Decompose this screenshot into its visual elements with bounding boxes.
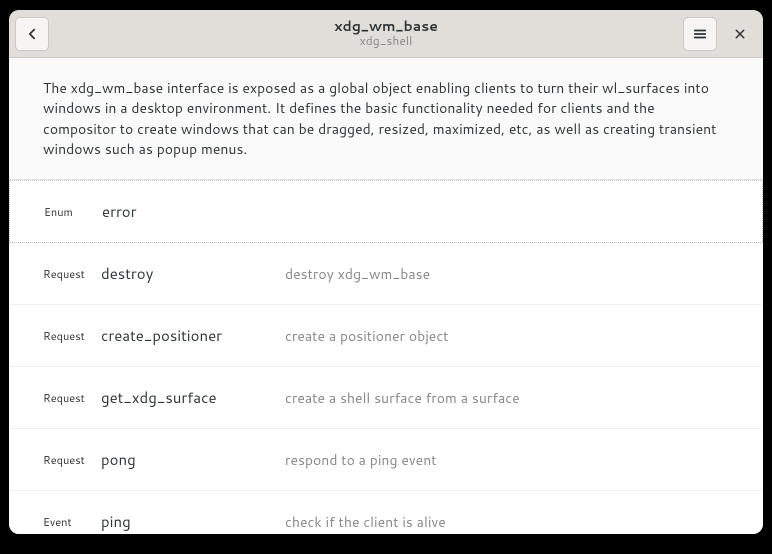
window-subtitle: xdg_shell xyxy=(334,34,438,48)
menu-button[interactable] xyxy=(683,17,717,51)
item-summary: create a positioner object xyxy=(285,326,729,346)
item-name: ping xyxy=(101,511,271,532)
list-item[interactable]: Request destroy destroy xdg_wm_base xyxy=(9,243,763,305)
item-kind: Enum xyxy=(44,204,88,220)
list-item[interactable]: Enum error xyxy=(9,180,763,243)
item-kind: Event xyxy=(43,514,87,530)
list-item[interactable]: Request pong respond to a ping event xyxy=(9,429,763,491)
item-kind: Request xyxy=(43,452,87,468)
item-name: error xyxy=(102,201,272,222)
content-area: The xdg_wm_base interface is exposed as … xyxy=(9,58,763,534)
item-kind: Request xyxy=(43,328,87,344)
item-summary: create a shell surface from a surface xyxy=(285,388,729,408)
app-window: xdg_wm_base xdg_shell The xdg_wm_base in… xyxy=(9,10,763,534)
item-kind: Request xyxy=(43,390,87,406)
member-list: Enum error Request destroy destroy xdg_w… xyxy=(9,180,763,534)
list-item[interactable]: Request get_xdg_surface create a shell s… xyxy=(9,367,763,429)
item-name: pong xyxy=(101,449,271,470)
item-name: get_xdg_surface xyxy=(101,387,271,408)
list-item[interactable]: Request create_positioner create a posit… xyxy=(9,305,763,367)
interface-description: The xdg_wm_base interface is exposed as … xyxy=(9,58,763,180)
headerbar-left xyxy=(15,17,49,51)
back-button[interactable] xyxy=(15,17,49,51)
close-icon xyxy=(734,28,746,40)
back-icon xyxy=(25,27,39,41)
item-name: destroy xyxy=(101,263,271,284)
headerbar-right xyxy=(683,17,757,51)
item-kind: Request xyxy=(43,266,87,282)
item-name: create_positioner xyxy=(101,325,271,346)
headerbar-title-area: xdg_wm_base xdg_shell xyxy=(334,19,438,49)
item-summary: check if the client is alive xyxy=(285,512,729,532)
item-summary: respond to a ping event xyxy=(285,450,729,470)
hamburger-icon xyxy=(693,27,707,41)
list-item[interactable]: Event ping check if the client is alive xyxy=(9,491,763,534)
item-summary: destroy xdg_wm_base xyxy=(285,264,729,284)
headerbar: xdg_wm_base xdg_shell xyxy=(9,10,763,58)
close-button[interactable] xyxy=(723,17,757,51)
